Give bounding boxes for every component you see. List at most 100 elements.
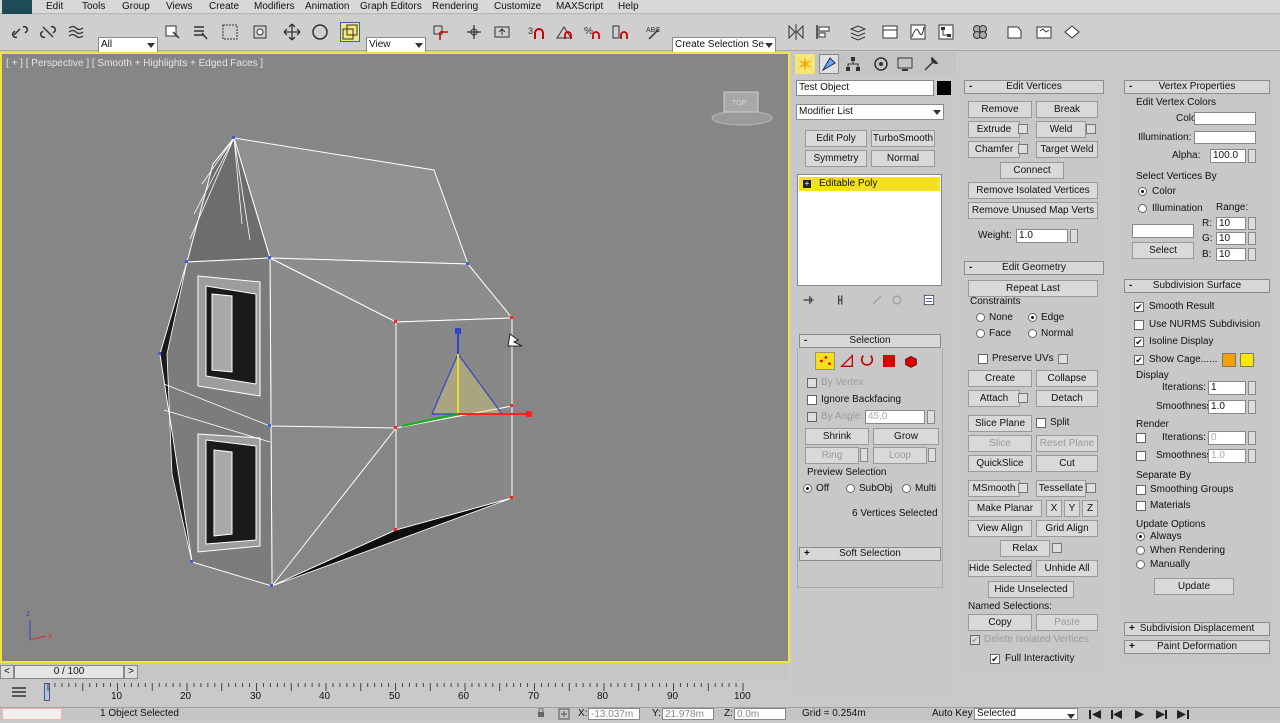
render-smoothness-spinner[interactable]: 1.0 [1208,449,1246,463]
extrude-settings-icon[interactable] [1018,124,1028,134]
collapse-button[interactable]: Collapse [1036,370,1098,387]
split-checkbox[interactable] [1036,418,1046,428]
perspective-viewport[interactable]: [ + ] [ Perspective ] [ Smooth + Highlig… [0,52,790,663]
edge-mode-icon[interactable] [839,353,855,369]
view-align-button[interactable]: View Align [968,520,1032,537]
make-planar-button[interactable]: Make Planar [968,500,1042,517]
snap-toggle-icon[interactable]: 3 [526,22,546,42]
remove-modifier-icon[interactable] [889,292,905,308]
delete-isolated-checkbox[interactable]: ✔ [970,635,980,645]
selection-rollout-header[interactable]: - Selection [799,334,941,348]
remove-unused-map-verts-button[interactable]: Remove Unused Map Verts [968,202,1098,219]
menu-create[interactable]: Create [209,0,239,14]
show-cage-checkbox[interactable]: ✔ [1134,355,1144,365]
hide-selected-button[interactable]: Hide Selected [968,560,1032,577]
grid-align-button[interactable]: Grid Align [1036,520,1098,537]
move-icon[interactable] [282,22,302,42]
constraint-face-radio[interactable] [976,329,985,338]
extrude-button[interactable]: Extrude [968,121,1020,138]
app-logo[interactable] [2,0,32,14]
graphite-ribbon-icon[interactable] [880,22,900,42]
auto-key-button[interactable]: Auto Key [932,708,973,719]
normal-button[interactable]: Normal [871,150,935,167]
range-r-arrows[interactable] [1248,217,1256,230]
reset-plane-button[interactable]: Reset Plane [1036,435,1098,452]
tessellate-settings-icon[interactable] [1086,483,1096,493]
ring-button[interactable]: Ring [805,447,859,464]
cut-button[interactable]: Cut [1036,455,1098,472]
percent-snap-icon[interactable]: % [582,22,602,42]
update-when-rendering-radio[interactable] [1136,546,1145,555]
x-coord-field[interactable]: -13.037m [588,708,640,720]
by-vertex-checkbox[interactable] [807,378,817,388]
subdivision-surface-header[interactable]: - Subdivision Surface [1124,279,1270,293]
menu-animation[interactable]: Animation [305,0,349,14]
vertex-properties-header[interactable]: - Vertex Properties [1124,80,1270,94]
isoline-display-checkbox[interactable]: ✔ [1134,337,1144,347]
angle-snap-icon[interactable] [554,22,574,42]
rotate-icon[interactable] [310,22,330,42]
display-iterations-arrows[interactable] [1248,381,1256,395]
relax-settings-icon[interactable] [1052,543,1062,553]
render-iterations-spinner[interactable]: 0 [1208,431,1246,445]
loop-spinner-arrows[interactable] [928,448,936,462]
shrink-button[interactable]: Shrink [805,428,869,445]
range-g-spinner[interactable]: 10 [1216,232,1246,245]
loop-button[interactable]: Loop [873,447,927,464]
window-crossing-icon[interactable] [250,22,270,42]
vertex-illumination-swatch[interactable] [1194,131,1256,144]
display-tab-icon[interactable] [895,54,915,74]
attach-settings-icon[interactable] [1018,393,1028,403]
unlink-icon[interactable] [38,22,58,42]
range-r-spinner[interactable]: 10 [1216,217,1246,230]
hide-unselected-button[interactable]: Hide Unselected [988,581,1074,598]
time-slider-thumb[interactable]: 0 / 100 [14,665,124,679]
detach-button[interactable]: Detach [1036,390,1098,407]
rendered-frame-window-icon[interactable] [1034,22,1054,42]
render-iterations-arrows[interactable] [1248,431,1256,445]
by-angle-checkbox[interactable] [807,412,817,422]
edit-vertices-header[interactable]: - Edit Vertices [964,80,1104,94]
stack-item-editable-poly[interactable]: + Editable Poly [799,177,940,191]
selection-filter-dropdown[interactable]: All [98,37,158,53]
scale-icon[interactable] [340,22,360,42]
pivot-center-icon[interactable] [430,22,450,42]
preserve-uvs-checkbox[interactable] [978,354,988,364]
previous-key-icon[interactable] [1110,709,1124,720]
z-coord-field[interactable]: 0.0m [734,708,786,720]
ignore-backfacing-checkbox[interactable] [807,395,817,405]
weight-spinner[interactable]: 1.0 [1016,229,1068,243]
connect-button[interactable]: Connect [1000,162,1064,179]
angle-spinner[interactable]: 45.0 [865,410,925,424]
motion-tab-icon[interactable] [871,54,891,74]
range-b-spinner[interactable]: 10 [1216,248,1246,261]
symmetry-button[interactable]: Symmetry [805,150,867,167]
open-mini-curve-editor-icon[interactable] [10,684,28,698]
weight-spinner-arrows[interactable] [1070,229,1078,243]
select-manipulate-icon[interactable] [464,22,484,42]
paint-deformation-header[interactable]: + Paint Deformation [1124,640,1270,654]
menu-modifiers[interactable]: Modifiers [254,0,295,14]
link-icon[interactable] [10,22,30,42]
menu-rendering[interactable]: Rendering [432,0,478,14]
turbosmooth-button[interactable]: TurboSmooth [871,130,935,147]
menu-help[interactable]: Help [618,0,639,14]
display-iterations-spinner[interactable]: 1 [1208,381,1246,395]
weld-settings-icon[interactable] [1086,124,1096,134]
go-to-end-icon[interactable] [1176,709,1190,720]
ring-spinner-arrows[interactable] [860,448,868,462]
update-always-radio[interactable] [1136,532,1145,541]
attach-button[interactable]: Attach [968,390,1020,407]
unhide-all-button[interactable]: Unhide All [1036,560,1098,577]
render-smoothness-checkbox[interactable] [1136,451,1146,461]
repeat-last-button[interactable]: Repeat Last [968,280,1098,297]
chamfer-settings-icon[interactable] [1018,144,1028,154]
edit-geometry-header[interactable]: - Edit Geometry [964,261,1104,275]
preview-subobj-radio[interactable] [846,484,855,493]
materials-checkbox[interactable] [1136,501,1146,511]
quickslice-button[interactable]: QuickSlice [968,455,1032,472]
alpha-spinner[interactable]: 100.0 [1210,149,1246,163]
polygon-mode-icon[interactable] [883,355,895,367]
chamfer-button[interactable]: Chamfer [968,141,1020,158]
show-end-result-icon[interactable] [833,292,849,308]
